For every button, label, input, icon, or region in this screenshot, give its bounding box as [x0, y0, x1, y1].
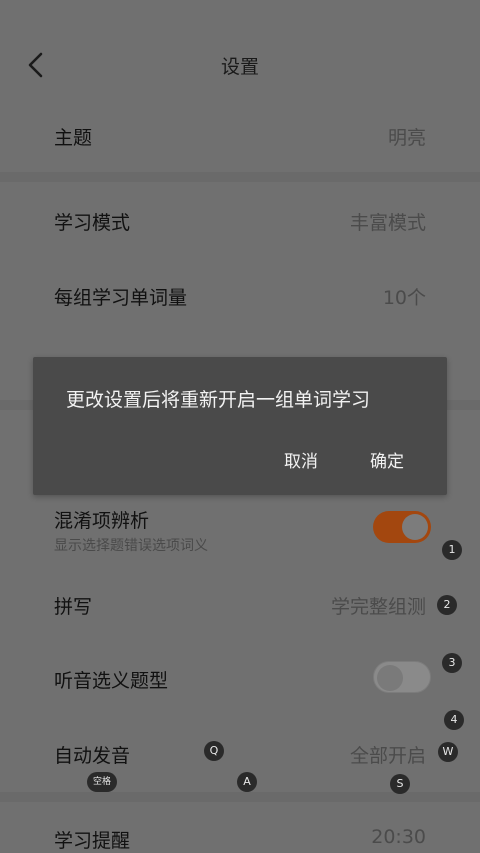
setting-label: 自动发音: [54, 745, 131, 767]
section-divider: [0, 792, 480, 802]
setting-spelling[interactable]: 拼写 学完整组测: [0, 575, 480, 635]
setting-listening-question[interactable]: 听音选义题型: [0, 645, 480, 710]
key-hint-badge: S: [390, 774, 410, 794]
setting-label: 每组学习单词量: [54, 287, 188, 309]
confusion-analysis-toggle[interactable]: [373, 511, 431, 543]
setting-label: 学习提醒: [54, 830, 131, 852]
key-hint-badge: 空格: [87, 772, 117, 792]
setting-value: 全部开启: [349, 745, 426, 767]
setting-confusion-analysis[interactable]: 混淆项辨析 显示选择题错误选项词义: [0, 495, 480, 565]
setting-label: 主题: [54, 127, 93, 149]
setting-label: 听音选义题型: [54, 670, 169, 692]
confirm-dialog: 更改设置后将重新开启一组单词学习 取消 确定: [33, 357, 447, 495]
key-hint-badge: 1: [442, 540, 462, 560]
setting-value: 学完整组测: [330, 596, 426, 618]
setting-study-reminder[interactable]: 学习提醒 20:30: [0, 805, 480, 853]
dialog-message: 更改设置后将重新开启一组单词学习: [66, 389, 371, 411]
setting-value: 丰富模式: [349, 212, 426, 234]
header: 设置: [0, 0, 480, 105]
setting-words-per-group[interactable]: 每组学习单词量 10个: [0, 260, 480, 330]
key-hint-badge: 2: [437, 595, 457, 615]
key-hint-badge: W: [438, 742, 458, 762]
section-divider: [0, 172, 480, 182]
setting-study-mode[interactable]: 学习模式 丰富模式: [0, 184, 480, 254]
key-hint-badge: Q: [204, 741, 224, 761]
setting-label: 混淆项辨析: [54, 510, 150, 532]
key-hint-badge: 4: [444, 710, 464, 730]
key-hint-badge: 3: [442, 653, 462, 673]
toggle-knob: [377, 665, 403, 691]
listening-question-toggle[interactable]: [373, 661, 431, 693]
setting-value: 明亮: [387, 127, 426, 149]
setting-value: 20:30: [371, 826, 426, 848]
page-title: 设置: [220, 56, 259, 78]
cancel-button[interactable]: 取消: [284, 447, 318, 472]
setting-value: 10个: [382, 287, 426, 309]
setting-label: 学习模式: [54, 212, 131, 234]
settings-screen: 设置 主题 明亮 学习模式 丰富模式 每组学习单词量 10个 混淆项辨析 显示选…: [0, 0, 480, 853]
setting-subtitle: 显示选择题错误选项词义: [54, 538, 208, 554]
confirm-button[interactable]: 确定: [370, 447, 404, 472]
key-hint-badge: A: [237, 772, 257, 792]
setting-label: 拼写: [54, 596, 93, 618]
toggle-knob: [402, 514, 428, 540]
setting-theme[interactable]: 主题 明亮: [0, 105, 480, 170]
